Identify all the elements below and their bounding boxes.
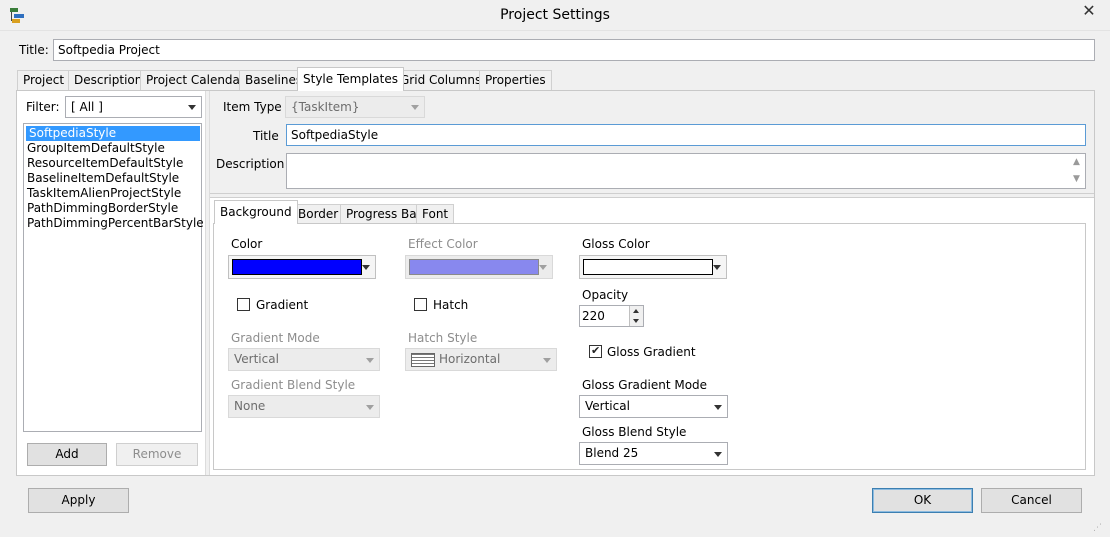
gradient-blend-value: None [234,399,266,413]
style-list-item[interactable]: SoftpediaStyle [26,126,200,141]
project-title-label: Title: [19,43,49,57]
chevron-down-icon [362,349,379,370]
add-style-button[interactable]: Add [27,443,107,466]
tab-description[interactable]: Description [68,70,149,90]
hatch-style-value: Horizontal [439,352,501,366]
cancel-button[interactable]: Cancel [981,488,1082,513]
chevron-down-icon [362,396,379,417]
close-icon: ✕ [1082,1,1096,20]
opacity-spinner[interactable] [629,306,643,326]
style-list-item[interactable]: TaskItemAlienProjectStyle [24,186,201,201]
subtab-font[interactable]: Font [416,204,455,224]
filter-dropdown[interactable]: [ All ] [65,96,202,118]
tab-grid-columns[interactable]: Grid Columns [394,70,488,90]
gradient-mode-value: Vertical [234,352,279,366]
hatch-label: Hatch [433,298,469,312]
close-button[interactable]: ✕ [1068,0,1110,24]
style-list[interactable]: SoftpediaStyle GroupItemDefaultStyle Res… [23,123,204,432]
tab-properties[interactable]: Properties [479,70,552,90]
remove-style-button[interactable]: Remove [116,443,198,466]
description-scrollbar[interactable]: ▲ ▼ [1068,154,1085,188]
color-label: Color [231,237,263,251]
gloss-blend-label: Gloss Blend Style [582,425,687,439]
opacity-stepper[interactable]: 220 [579,305,644,327]
hatch-checkbox[interactable] [414,298,427,311]
resize-grip-icon[interactable]: ⋰ [1093,522,1105,534]
chevron-down-icon [535,256,552,278]
opacity-label: Opacity [582,288,629,302]
style-list-item[interactable]: GroupItemDefaultStyle [24,141,201,156]
item-type-dropdown[interactable]: {TaskItem} [285,96,425,118]
style-list-item[interactable]: PathDimmingBorderStyle [24,201,201,216]
apply-button[interactable]: Apply [28,488,129,513]
chevron-down-icon [407,97,424,117]
gloss-color-label: Gloss Color [582,237,650,251]
gloss-gradient-checkbox[interactable] [589,344,602,358]
gloss-gradient-mode-dropdown[interactable]: Vertical [579,395,728,418]
chevron-down-icon [709,256,726,278]
chevron-down-icon [710,396,727,417]
style-list-item[interactable]: ResourceItemDefaultStyle [24,156,201,171]
chevron-down-icon [358,256,375,278]
effect-color-swatch [409,259,539,275]
gloss-gradient-mode-label: Gloss Gradient Mode [582,378,708,392]
ok-button[interactable]: OK [872,488,973,513]
style-title-input[interactable]: SoftpediaStyle [286,124,1086,146]
effect-color-label: Effect Color [408,237,478,251]
gradient-mode-label: Gradient Mode [231,331,320,345]
project-title-input[interactable]: Softpedia Project [53,39,1095,61]
tab-style-templates[interactable]: Style Templates [297,67,404,91]
gloss-blend-dropdown[interactable]: Blend 25 [579,442,728,465]
horizontal-splitter[interactable] [210,193,1094,198]
subtab-border[interactable]: Border [292,204,345,224]
gloss-gradient-label: Gloss Gradient [607,345,696,359]
subtab-background[interactable]: Background [214,200,298,224]
filter-label: Filter: [26,100,60,114]
gradient-blend-label: Gradient Blend Style [231,378,356,392]
opacity-value: 220 [582,309,605,323]
gradient-checkbox[interactable] [237,298,250,311]
gradient-mode-dropdown[interactable]: Vertical [228,348,380,371]
spin-down-icon[interactable] [630,316,643,326]
style-list-item[interactable]: PathDimmingPercentBarStyle [24,216,204,231]
gloss-blend-value: Blend 25 [585,446,639,460]
hatch-pattern-icon [411,353,435,367]
gloss-color-swatch [583,259,713,275]
tab-project-calendar[interactable]: Project Calendar [140,70,251,90]
effect-color-picker[interactable] [405,255,553,279]
chevron-down-icon [184,97,201,117]
gloss-gradient-mode-value: Vertical [585,399,630,413]
scroll-down-icon[interactable]: ▼ [1068,171,1085,188]
tab-project[interactable]: Project [17,70,71,90]
title-bar: Project Settings ✕ [0,0,1110,31]
gloss-color-picker[interactable] [579,255,727,279]
spin-up-icon[interactable] [630,306,643,316]
hatch-style-label: Hatch Style [408,331,478,345]
filter-value: [ All ] [71,100,103,114]
description-label: Description [216,157,285,171]
description-input[interactable] [286,153,1086,189]
color-swatch [232,259,362,275]
chevron-down-icon [710,443,727,464]
gradient-blend-dropdown[interactable]: None [228,395,380,418]
item-type-label: Item Type [223,100,282,114]
chevron-down-icon [539,349,556,370]
gradient-label: Gradient [256,298,309,312]
color-picker[interactable] [228,255,376,279]
item-type-value: {TaskItem} [291,100,360,114]
style-list-item[interactable]: BaselineItemDefaultStyle [24,171,201,186]
subtab-progress-bar[interactable]: Progress Bar [340,204,428,224]
window-title: Project Settings [500,7,610,23]
style-title-label: Title [253,129,279,143]
scroll-up-icon[interactable]: ▲ [1068,154,1085,171]
hatch-style-dropdown[interactable]: Horizontal [405,348,557,371]
